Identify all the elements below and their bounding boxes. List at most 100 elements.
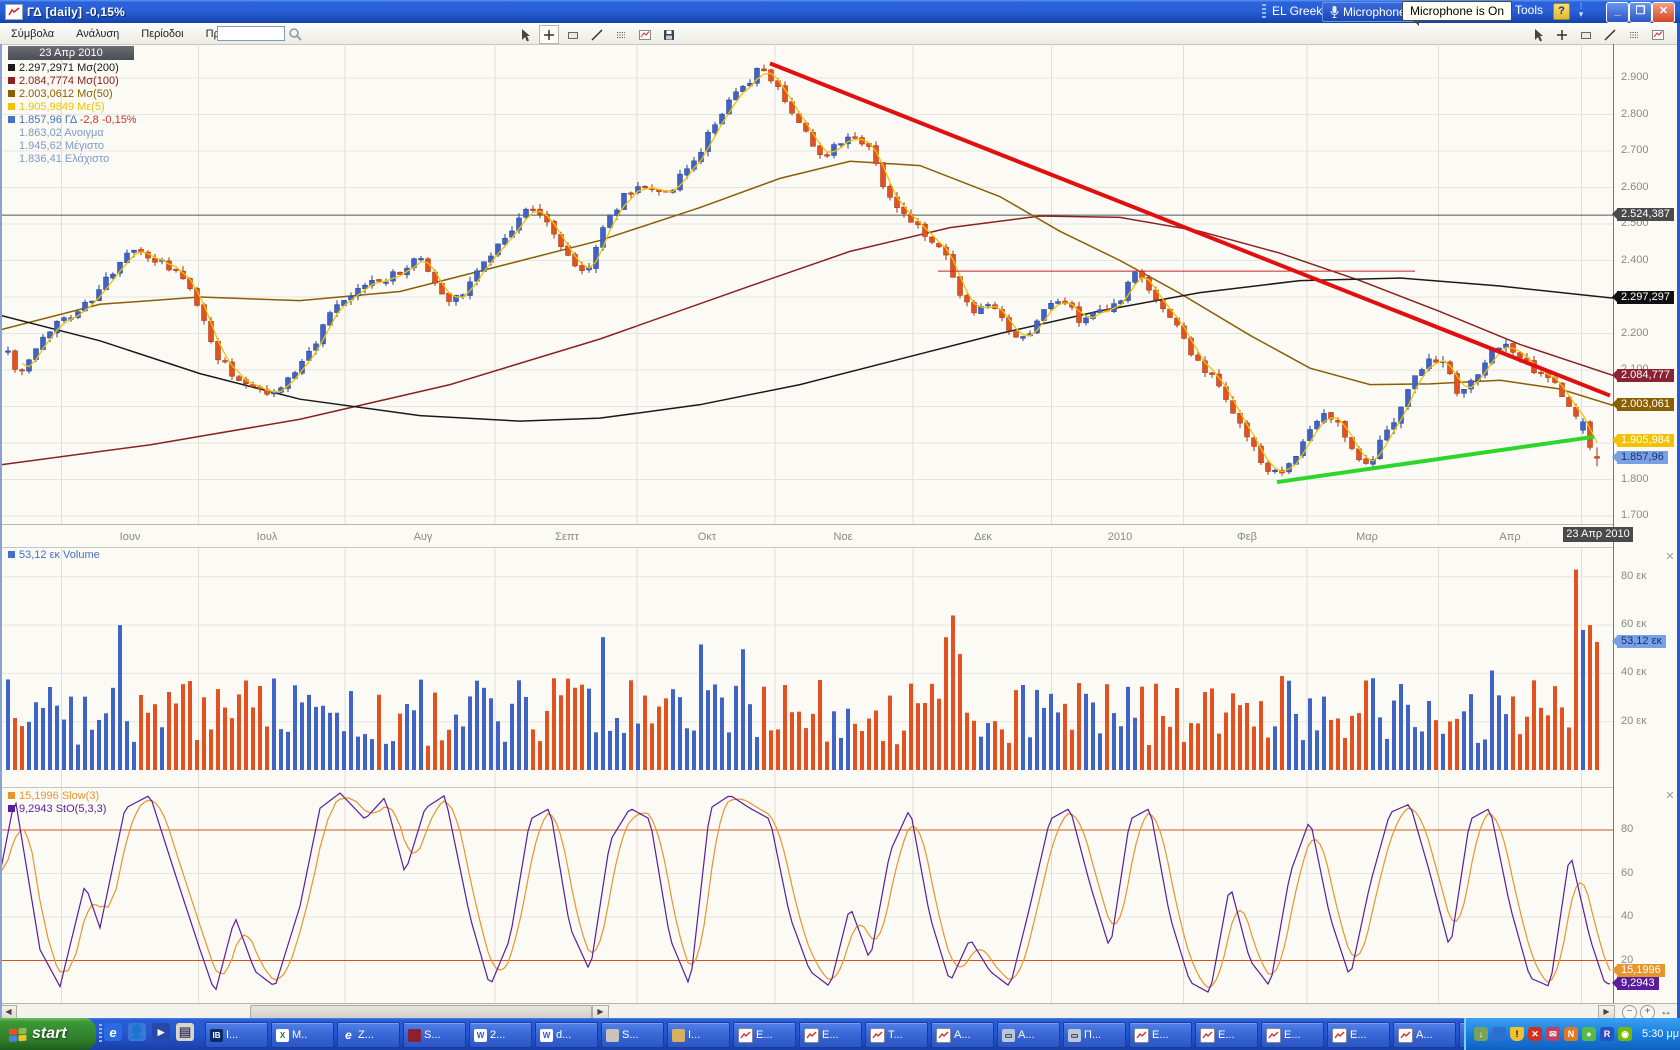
antivirus-icon[interactable]: N bbox=[1564, 1027, 1578, 1041]
language-bar-grip[interactable] bbox=[1262, 4, 1266, 19]
grid-icon[interactable] bbox=[1624, 25, 1644, 44]
ie-icon: e bbox=[342, 1029, 355, 1042]
start-button[interactable]: start bbox=[0, 1018, 96, 1050]
taskbar-task-M[interactable]: XM.. bbox=[271, 1022, 334, 1048]
region-icon[interactable] bbox=[563, 25, 583, 44]
chart-icon bbox=[1200, 1028, 1215, 1043]
fit-width-icon[interactable]: ↔ bbox=[1660, 1004, 1672, 1018]
axis-tick-label: 20 bbox=[1621, 954, 1633, 966]
taskbar-task-E[interactable]: E... bbox=[733, 1022, 796, 1048]
taskbar-task-A[interactable]: A... bbox=[1393, 1022, 1456, 1048]
minimize-button[interactable]: _ bbox=[1606, 2, 1629, 23]
stochastic-chart[interactable] bbox=[0, 787, 1613, 1003]
taskbar-task-S[interactable]: S... bbox=[601, 1022, 664, 1048]
taskbar-task-E[interactable]: E... bbox=[799, 1022, 862, 1048]
axis-tick-label: 2.700 bbox=[1621, 144, 1649, 156]
volume-chart[interactable] bbox=[0, 547, 1613, 787]
chart-type-icon[interactable] bbox=[1648, 25, 1668, 44]
cursor-icon[interactable] bbox=[1528, 25, 1548, 44]
crosshair-icon[interactable] bbox=[539, 25, 559, 44]
price-legend: 23 Απρ 2010 2.297,2971 Μσ(200)2.084,7774… bbox=[8, 46, 137, 166]
taskbar-task-E[interactable]: E... bbox=[1261, 1022, 1324, 1048]
chart-icon bbox=[870, 1028, 885, 1043]
taskbar-task-E[interactable]: E... bbox=[1195, 1022, 1258, 1048]
axis-value-tag: 2.003,061 bbox=[1617, 398, 1674, 411]
taskbar-task-2[interactable]: W2... bbox=[469, 1022, 532, 1048]
taskbar-task-Z[interactable]: eZ... bbox=[337, 1022, 400, 1048]
trendline-icon[interactable] bbox=[587, 25, 607, 44]
security-shield-icon[interactable]: ! bbox=[1510, 1027, 1524, 1041]
volume-pane-close-icon[interactable]: ✕ bbox=[1664, 551, 1676, 563]
ie-icon[interactable]: e bbox=[104, 1023, 122, 1041]
taskbar-task-T[interactable]: T... bbox=[865, 1022, 928, 1048]
scroll-left-button[interactable]: ◀ bbox=[0, 1005, 17, 1019]
language-indicator[interactable]: EL Greek bbox=[1272, 4, 1322, 18]
window-left-border bbox=[0, 44, 2, 1018]
x-axis-label: 2010 bbox=[1096, 531, 1144, 543]
taskbar-task-I[interactable]: IBI... bbox=[205, 1022, 268, 1048]
application-window: ΓΔ [daily] -0,15% EL Greek Microphone Mi… bbox=[0, 0, 1680, 1050]
crosshair-icon[interactable] bbox=[1552, 25, 1572, 44]
symbol-search-input[interactable] bbox=[217, 26, 285, 41]
legend-text: 2.084,7774 Μσ(100) bbox=[19, 75, 119, 87]
updates-icon[interactable]: ↓ bbox=[1474, 1027, 1488, 1041]
search-icon[interactable] bbox=[288, 27, 302, 44]
taskbar-task-A[interactable]: A... bbox=[931, 1022, 994, 1048]
quick-launch-grip[interactable] bbox=[99, 1024, 102, 1044]
taskbar-task-d[interactable]: Wd... bbox=[535, 1022, 598, 1048]
taskbar-task-A[interactable]: ▭A... bbox=[997, 1022, 1060, 1048]
menu-item-Περίοδοι[interactable]: Περίοδοι bbox=[130, 25, 194, 43]
media-player-icon[interactable]: ▸ bbox=[152, 1023, 170, 1041]
menu-item-Σύμβολα[interactable]: Σύμβολα bbox=[0, 25, 65, 43]
taskbar-task-E[interactable]: E... bbox=[1129, 1022, 1192, 1048]
scroll-right-button[interactable]: ▶ bbox=[1598, 1005, 1615, 1019]
pane-divider[interactable] bbox=[0, 547, 1613, 548]
region-icon[interactable] bbox=[1576, 25, 1596, 44]
menu-item-Ανάλυση[interactable]: Ανάλυση bbox=[65, 25, 130, 43]
scrollbar-thumb[interactable] bbox=[250, 1005, 592, 1019]
grid-icon[interactable] bbox=[611, 25, 631, 44]
axis-value-tag: 15,1996 bbox=[1617, 964, 1665, 977]
messenger-icon[interactable]: 👤 bbox=[1492, 1027, 1506, 1041]
stochastic-pane-close-icon[interactable]: ✕ bbox=[1664, 790, 1676, 802]
taskbar: start e👤▸▤ IBI...XM..eZ...S...W2...Wd...… bbox=[0, 1018, 1680, 1050]
microphone-button[interactable]: Microphone bbox=[1322, 2, 1414, 22]
nvidia-icon[interactable]: ◉ bbox=[1618, 1027, 1632, 1041]
scroll-step-right-button[interactable]: ▶ bbox=[592, 1005, 609, 1019]
chart-type-icon[interactable] bbox=[635, 25, 655, 44]
legend-marker bbox=[8, 77, 15, 84]
taskbar-clock[interactable]: 5:30 μμ bbox=[1642, 1028, 1679, 1040]
close-button[interactable]: ✕ bbox=[1652, 2, 1675, 23]
language-icon[interactable]: R bbox=[1600, 1027, 1614, 1041]
task-label: I... bbox=[226, 1029, 238, 1041]
x-axis-date-tag: 23 Απρ 2010 bbox=[1563, 527, 1633, 542]
legend-marker bbox=[8, 64, 15, 71]
taskbar-task-Π[interactable]: ▭Π... bbox=[1063, 1022, 1126, 1048]
taskbar-task-S[interactable]: S... bbox=[403, 1022, 466, 1048]
task-label: A... bbox=[954, 1029, 971, 1041]
player-icon[interactable]: ● bbox=[1582, 1027, 1596, 1041]
task-label: E... bbox=[1152, 1029, 1169, 1041]
media-icon bbox=[408, 1029, 421, 1042]
save-icon[interactable] bbox=[659, 25, 679, 44]
taskbar-task-E[interactable]: E... bbox=[1327, 1022, 1390, 1048]
messenger-icon[interactable]: 👤 bbox=[128, 1023, 146, 1041]
cursor-icon[interactable] bbox=[515, 25, 535, 44]
taskbar-task-I[interactable]: I... bbox=[667, 1022, 730, 1048]
price-chart[interactable] bbox=[0, 44, 1613, 524]
restore-button[interactable]: ❐ bbox=[1629, 2, 1652, 23]
language-bar-options-chevron[interactable]: ⁝▾ bbox=[1576, 2, 1586, 18]
axis-tick-label: 2.100 bbox=[1621, 363, 1649, 375]
show-desktop-icon[interactable]: ▤ bbox=[176, 1023, 194, 1041]
trendline-icon[interactable] bbox=[1600, 25, 1620, 44]
mail-icon[interactable]: ✉ bbox=[1546, 1027, 1560, 1041]
pane-divider[interactable] bbox=[0, 787, 1613, 788]
word-icon: W bbox=[474, 1029, 487, 1042]
help-button[interactable]: ? bbox=[1553, 3, 1570, 20]
task-label: E... bbox=[822, 1029, 839, 1041]
task-label: E... bbox=[756, 1029, 773, 1041]
volume-legend: 53,12 εκ Volume bbox=[8, 549, 100, 561]
legend-text: 1.863,02 Ανοιγμα bbox=[19, 127, 104, 139]
mute-icon[interactable]: ✕ bbox=[1528, 1027, 1542, 1041]
legend-row: 1.905,9849 Με(5) bbox=[8, 101, 137, 114]
